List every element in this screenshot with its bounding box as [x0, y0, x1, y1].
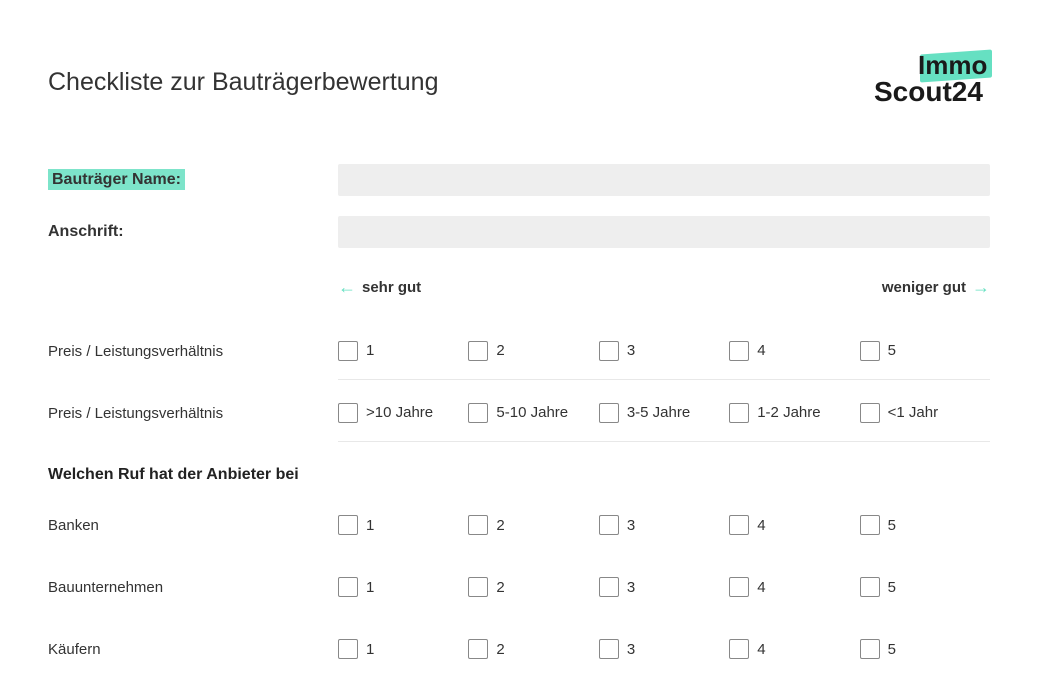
- checkbox[interactable]: [729, 341, 749, 361]
- rating-row-label: Bauunternehmen: [48, 579, 338, 596]
- checkbox[interactable]: [338, 577, 358, 597]
- option-label: 5: [888, 579, 896, 596]
- checkbox[interactable]: [338, 515, 358, 535]
- checkbox[interactable]: [468, 577, 488, 597]
- option-label: >10 Jahre: [366, 404, 433, 421]
- checkbox[interactable]: [860, 403, 880, 423]
- checkbox[interactable]: [338, 403, 358, 423]
- checkbox[interactable]: [338, 639, 358, 659]
- option-label: 3: [627, 517, 635, 534]
- option-label: 1: [366, 579, 374, 596]
- logo-line2: Scout24: [874, 78, 983, 106]
- option-label: 3: [627, 579, 635, 596]
- checkbox[interactable]: [468, 639, 488, 659]
- option-label: 5: [888, 517, 896, 534]
- rating-row-label: Preis / Leistungsverhältnis: [48, 343, 338, 360]
- scale-left-label: sehr gut: [362, 279, 421, 296]
- option-label: 2: [496, 641, 504, 658]
- option-label: 2: [496, 517, 504, 534]
- option-label: 1: [366, 517, 374, 534]
- address-input[interactable]: [338, 216, 990, 248]
- checkbox[interactable]: [599, 515, 619, 535]
- option-label: 5-10 Jahre: [496, 404, 568, 421]
- checkbox[interactable]: [599, 639, 619, 659]
- scale-right-label: weniger gut: [882, 279, 966, 296]
- checkbox[interactable]: [599, 577, 619, 597]
- name-input[interactable]: [338, 164, 990, 196]
- option-label: 1-2 Jahre: [757, 404, 820, 421]
- option-label: 3: [627, 641, 635, 658]
- arrow-right-icon: →: [972, 278, 990, 296]
- option-label: 5: [888, 641, 896, 658]
- checkbox[interactable]: [860, 577, 880, 597]
- checkbox[interactable]: [729, 403, 749, 423]
- checkbox[interactable]: [468, 341, 488, 361]
- arrow-left-icon: ←: [338, 278, 356, 296]
- rating-row-label: Preis / Leistungsverhältnis: [48, 405, 338, 422]
- rating-row-label: Banken: [48, 517, 338, 534]
- option-label: 3: [627, 342, 635, 359]
- option-label: 2: [496, 579, 504, 596]
- address-label: Anschrift:: [48, 223, 124, 240]
- option-label: 1: [366, 342, 374, 359]
- checkbox[interactable]: [860, 341, 880, 361]
- checkbox[interactable]: [860, 639, 880, 659]
- option-label: 4: [757, 342, 765, 359]
- checkbox[interactable]: [338, 341, 358, 361]
- checkbox[interactable]: [599, 403, 619, 423]
- immoscout24-logo: Immo Scout24: [870, 48, 990, 108]
- option-label: 4: [757, 641, 765, 658]
- checkbox[interactable]: [468, 403, 488, 423]
- option-label: 5: [888, 342, 896, 359]
- section-heading: Welchen Ruf hat der Anbieter bei: [48, 466, 990, 484]
- option-label: 3-5 Jahre: [627, 404, 690, 421]
- checkbox[interactable]: [729, 639, 749, 659]
- option-label: 4: [757, 579, 765, 596]
- checkbox[interactable]: [729, 577, 749, 597]
- page-title: Checkliste zur Bauträgerbewertung: [48, 68, 438, 97]
- scale-header: ← sehr gut weniger gut →: [338, 278, 990, 296]
- option-label: <1 Jahr: [888, 404, 938, 421]
- option-label: 4: [757, 517, 765, 534]
- option-label: 1: [366, 641, 374, 658]
- checkbox[interactable]: [468, 515, 488, 535]
- rating-row-label: Käufern: [48, 641, 338, 658]
- checkbox[interactable]: [599, 341, 619, 361]
- checkbox[interactable]: [729, 515, 749, 535]
- option-label: 2: [496, 342, 504, 359]
- name-label: Bauträger Name:: [48, 169, 185, 190]
- checkbox[interactable]: [860, 515, 880, 535]
- logo-line1: Immo: [918, 52, 987, 78]
